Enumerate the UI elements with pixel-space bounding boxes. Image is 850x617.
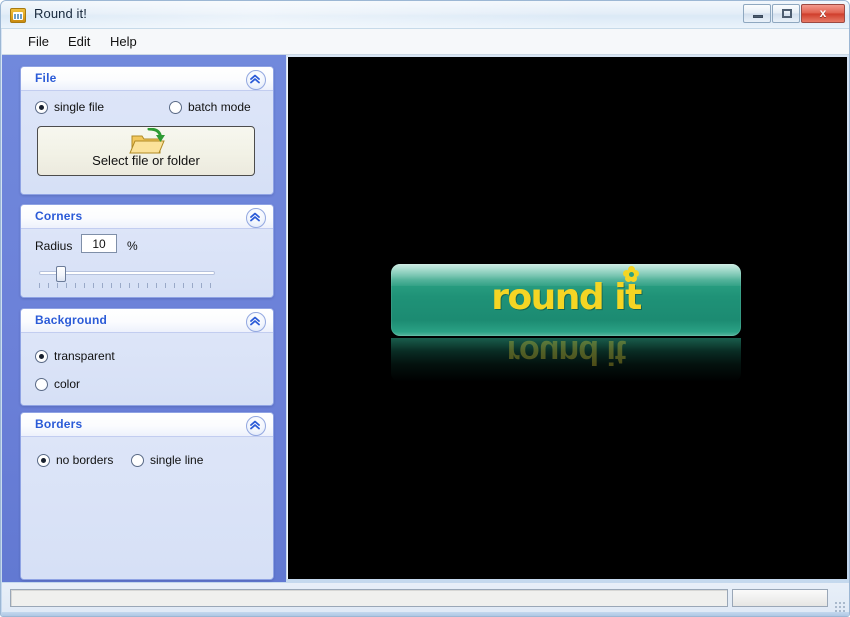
radius-label: Radius — [35, 239, 72, 253]
logo-button-reflection: round it — [391, 338, 741, 382]
radio-transparent-indicator — [35, 350, 48, 363]
panel-borders-collapse-button[interactable] — [246, 416, 266, 436]
radio-color-indicator — [35, 378, 48, 391]
chevron-double-up-icon — [249, 211, 261, 223]
panel-file-header: File — [21, 67, 273, 91]
sidebar: File single file batc — [2, 55, 286, 582]
preview-area[interactable]: round it round it — [287, 57, 847, 579]
chevron-double-up-icon — [249, 73, 261, 85]
radius-slider-thumb[interactable] — [56, 266, 66, 282]
close-button[interactable]: x — [801, 4, 845, 23]
radius-slider[interactable] — [35, 266, 219, 288]
panel-corners-header: Corners — [21, 205, 273, 229]
panel-file-body: single file batch mode Select fil — [21, 91, 273, 194]
status-message-field — [10, 589, 728, 607]
app-icon — [10, 8, 26, 23]
panel-background: Background transparent — [20, 308, 274, 406]
panel-corners-body: Radius % — [21, 229, 273, 297]
radio-batch-mode-indicator — [169, 101, 182, 114]
radio-color-label: color — [54, 377, 80, 391]
radio-no-borders[interactable]: no borders — [37, 453, 113, 467]
radio-single-line-label: single line — [150, 453, 203, 467]
select-file-or-folder-label: Select file or folder — [38, 153, 254, 168]
radius-slider-ticks — [39, 283, 216, 288]
title-bar[interactable]: Round it! x — [1, 1, 850, 29]
radio-single-line[interactable]: single line — [131, 453, 203, 467]
radio-batch-mode-label: batch mode — [188, 100, 251, 114]
title-bar-gloss — [1, 1, 850, 28]
close-icon: x — [802, 6, 844, 20]
chevron-double-up-icon — [249, 419, 261, 431]
percent-label: % — [127, 239, 138, 253]
radio-no-borders-indicator — [37, 454, 50, 467]
preview-image: round it round it — [391, 264, 741, 384]
minimize-icon — [753, 15, 763, 18]
round-it-logo-button: round it — [391, 264, 741, 336]
app-icon-glyph — [13, 12, 23, 20]
panel-background-title: Background — [35, 313, 107, 327]
panel-background-body: transparent color — [21, 333, 273, 405]
panel-file-collapse-button[interactable] — [246, 70, 266, 90]
menu-item-file[interactable]: File — [24, 34, 53, 49]
panel-borders-title: Borders — [35, 417, 82, 431]
client-area: File single file batc — [2, 55, 850, 582]
radio-no-borders-label: no borders — [56, 453, 113, 467]
flower-icon — [623, 266, 639, 282]
select-file-or-folder-button[interactable]: Select file or folder — [37, 126, 255, 176]
logo-text: round it — [391, 278, 741, 318]
maximize-button[interactable] — [772, 4, 800, 23]
chevron-double-up-icon — [249, 315, 261, 327]
panel-corners: Corners Radius % — [20, 204, 274, 298]
radio-single-file[interactable]: single file — [35, 100, 104, 114]
status-side-panel — [732, 589, 828, 607]
panel-borders-body: no borders single line — [21, 437, 273, 579]
panel-file: File single file batc — [20, 66, 274, 195]
window-title: Round it! — [34, 6, 87, 21]
logo-reflection-text: round it — [391, 338, 741, 371]
radio-single-line-indicator — [131, 454, 144, 467]
panel-corners-title: Corners — [35, 209, 82, 223]
panel-corners-collapse-button[interactable] — [246, 208, 266, 228]
window-controls: x — [743, 4, 845, 23]
panel-borders-header: Borders — [21, 413, 273, 437]
menu-bar: File Edit Help — [2, 29, 850, 55]
radio-color[interactable]: color — [35, 377, 80, 391]
maximize-icon — [782, 9, 792, 18]
window-bottom-edge — [1, 612, 850, 616]
menu-item-edit[interactable]: Edit — [64, 34, 94, 49]
radio-transparent-label: transparent — [54, 349, 115, 363]
panel-background-header: Background — [21, 309, 273, 333]
radio-single-file-label: single file — [54, 100, 104, 114]
radio-single-file-indicator — [35, 101, 48, 114]
minimize-button[interactable] — [743, 4, 771, 23]
radio-transparent[interactable]: transparent — [35, 349, 115, 363]
menu-item-help[interactable]: Help — [106, 34, 141, 49]
panel-borders: Borders no borders si — [20, 412, 274, 580]
radio-batch-mode[interactable]: batch mode — [169, 100, 251, 114]
panel-file-title: File — [35, 71, 56, 85]
application-window: Round it! x File Edit Help File — [0, 0, 850, 617]
radius-input[interactable] — [81, 234, 117, 253]
panel-background-collapse-button[interactable] — [246, 312, 266, 332]
